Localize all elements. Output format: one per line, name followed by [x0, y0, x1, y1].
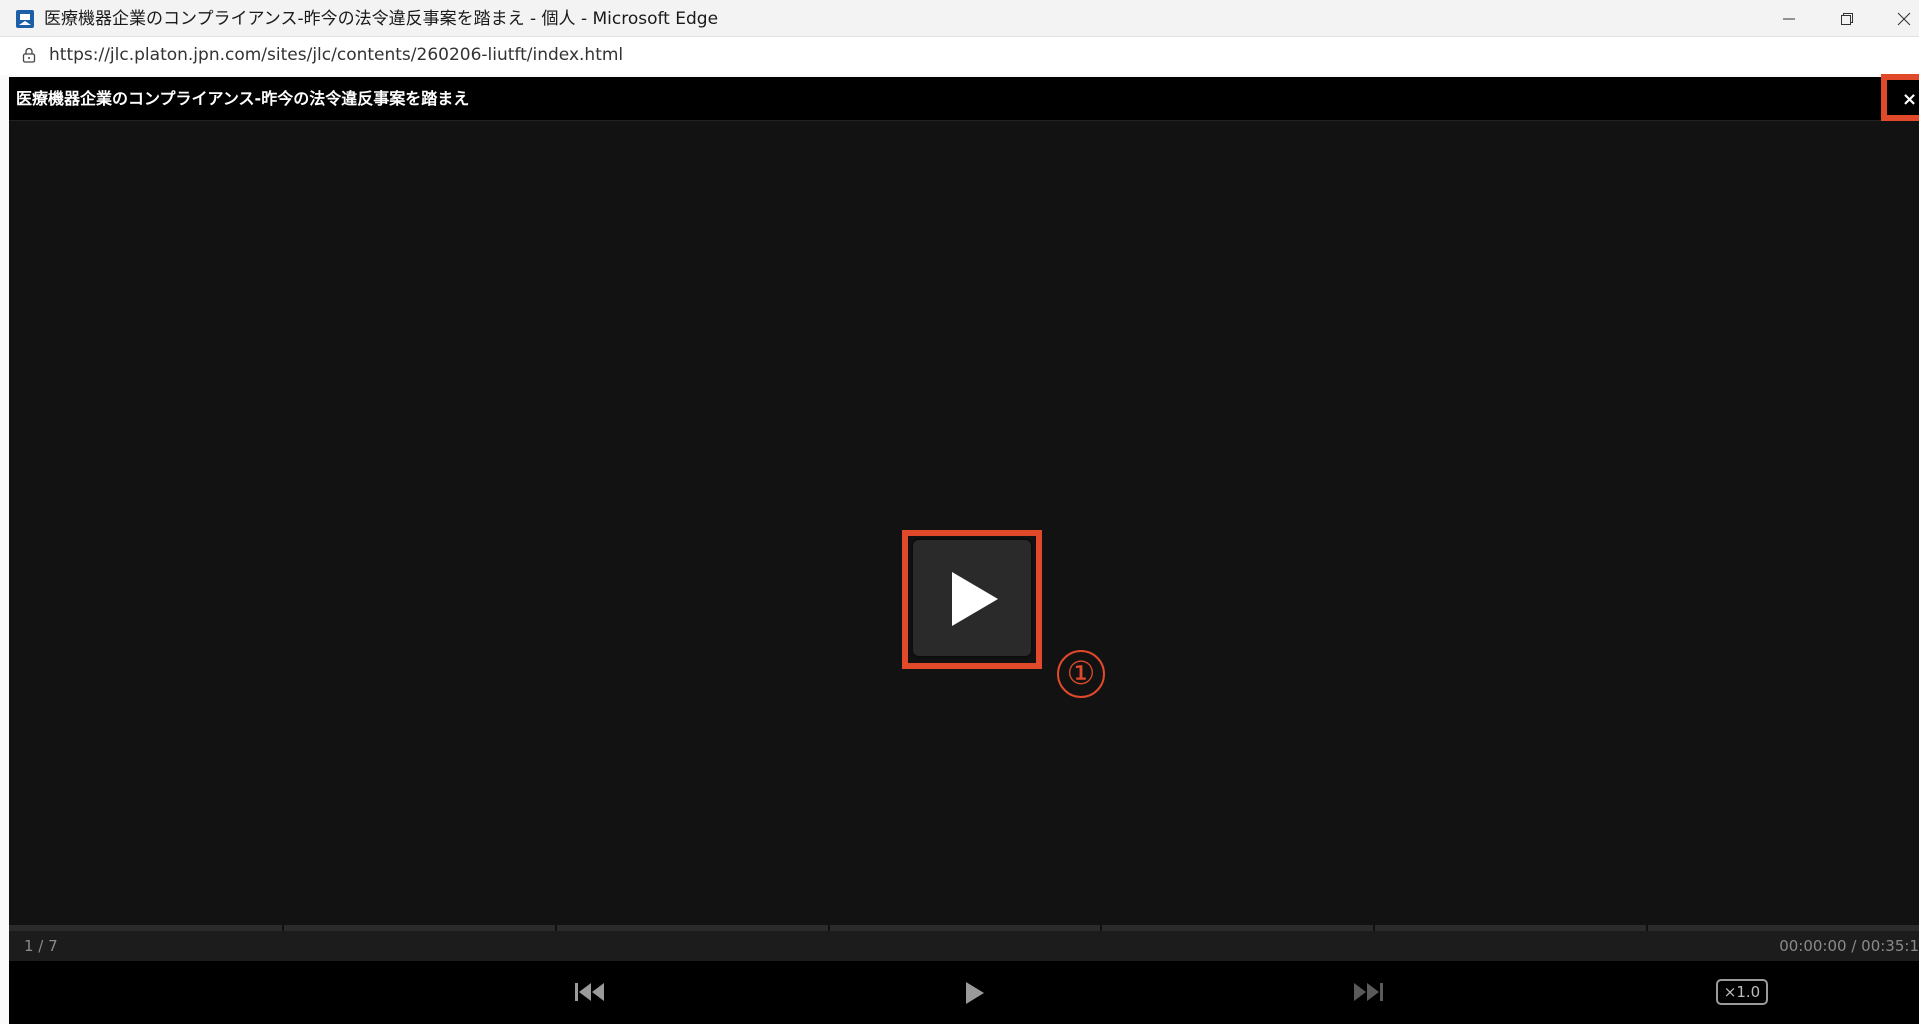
close-window-button[interactable]: [1884, 6, 1919, 32]
next-chapter-button[interactable]: [1352, 981, 1384, 1007]
time-display: 00:00:00 / 00:35:1: [1779, 937, 1919, 955]
skip-back-icon: [575, 983, 604, 1001]
play-icon: [952, 572, 998, 626]
minimize-button[interactable]: [1769, 6, 1809, 32]
skip-forward-icon: [1354, 983, 1383, 1001]
player-header: 医療機器企業のコンプライアンス-昨今の法令違反事案を踏まえ: [9, 77, 1919, 121]
window-titlebar: 医療機器企業のコンプライアンス-昨今の法令違反事案を踏まえ - 個人 - Mic…: [0, 0, 1919, 37]
status-bar: 1 / 7 00:00:00 / 00:35:1: [9, 931, 1919, 961]
url-text[interactable]: https://jlc.platon.jpn.com/sites/jlc/con…: [49, 45, 623, 65]
big-play-button[interactable]: [913, 540, 1031, 656]
playback-speed-button[interactable]: ×1.0: [1716, 979, 1768, 1005]
video-area[interactable]: ①: [9, 121, 1919, 922]
player-frame: 医療機器企業のコンプライアンス-昨今の法令違反事案を踏まえ × ① 1 / 7 …: [0, 74, 1919, 1024]
page-indicator: 1 / 7: [24, 937, 58, 955]
control-bar: ×1.0: [9, 961, 1919, 1024]
video-player: 医療機器企業のコンプライアンス-昨今の法令違反事案を踏まえ × ① 1 / 7 …: [9, 74, 1919, 1024]
window-title: 医療機器企業のコンプライアンス-昨今の法令違反事案を踏まえ - 個人 - Mic…: [44, 9, 719, 29]
lock-icon: [21, 47, 37, 63]
previous-chapter-button[interactable]: [574, 981, 606, 1007]
play-icon: [966, 982, 984, 1004]
close-player-button[interactable]: ×: [1902, 91, 1917, 109]
play-button[interactable]: [964, 981, 986, 1009]
address-bar[interactable]: https://jlc.platon.jpn.com/sites/jlc/con…: [0, 37, 1919, 75]
app-icon: [16, 10, 34, 28]
restore-button[interactable]: [1827, 6, 1867, 32]
step-marker: ①: [1057, 650, 1105, 698]
player-title: 医療機器企業のコンプライアンス-昨今の法令違反事案を踏まえ: [16, 89, 470, 108]
